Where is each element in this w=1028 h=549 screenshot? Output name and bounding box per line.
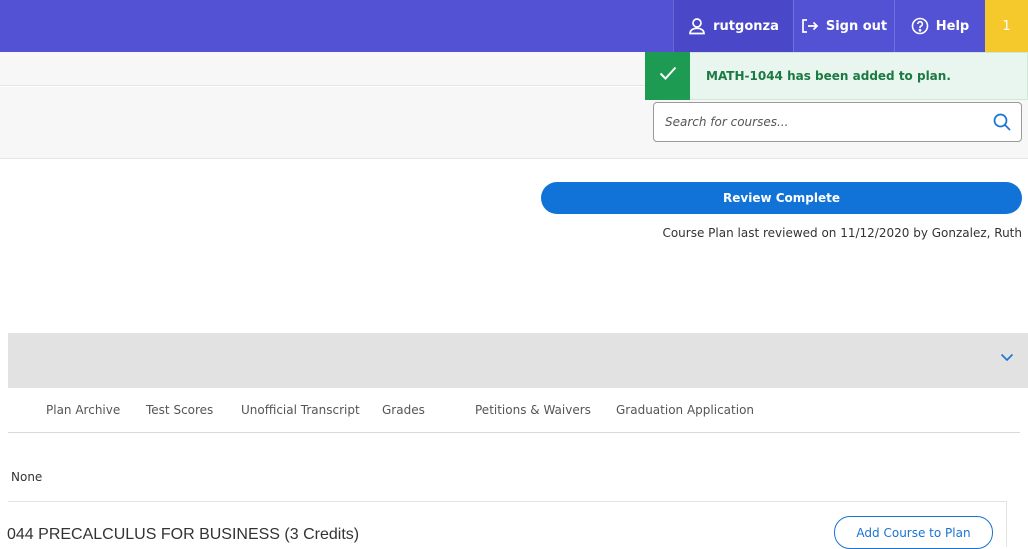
sign-out-icon [801,18,819,34]
course-search-box[interactable] [653,102,1022,142]
notification-count: 1 [1002,18,1011,34]
tab-plan-archive[interactable]: Plan Archive [46,403,120,417]
toast-icon-box [645,51,690,100]
username-label: rutgonza [713,18,779,34]
course-title: 044 PRECALCULUS FOR BUSINESS (3 Credits) [7,526,360,543]
search-input[interactable] [654,104,993,140]
tab-unofficial-transcript[interactable]: Unofficial Transcript [241,403,360,417]
tab-graduation-application[interactable]: Graduation Application [616,403,754,417]
chevron-down-icon[interactable] [1000,353,1014,362]
tab-bar: Plan Archive Test Scores Unofficial Tran… [8,388,1020,433]
review-complete-button[interactable]: Review Complete [541,182,1022,214]
tab-petitions-waivers[interactable]: Petitions & Waivers [475,403,591,417]
help-icon [911,17,929,35]
user-menu-button[interactable]: rutgonza [673,0,793,52]
collapsible-panel-header[interactable] [8,333,1028,388]
help-button[interactable]: Help [894,0,985,52]
add-course-to-plan-button[interactable]: Add Course to Plan [834,516,993,549]
none-label: None [11,470,43,484]
notification-badge[interactable]: 1 [985,0,1028,52]
checkmark-icon [659,66,677,85]
section-divider [8,501,1006,502]
tab-grades[interactable]: Grades [382,403,425,417]
user-icon [688,17,706,35]
help-label: Help [935,18,970,34]
section-border [1006,501,1007,547]
last-reviewed-text: Course Plan last reviewed on 11/12/2020 … [662,226,1022,240]
sign-out-label: Sign out [825,18,888,34]
toast-message: MATH-1044 has been added to plan. [706,69,951,83]
tab-test-scores[interactable]: Test Scores [146,403,213,417]
sign-out-button[interactable]: Sign out [793,0,894,52]
top-nav: rutgonza Sign out Help 1 [673,0,1028,52]
search-icon[interactable] [993,113,1011,131]
success-toast: MATH-1044 has been added to plan. [645,51,1028,100]
